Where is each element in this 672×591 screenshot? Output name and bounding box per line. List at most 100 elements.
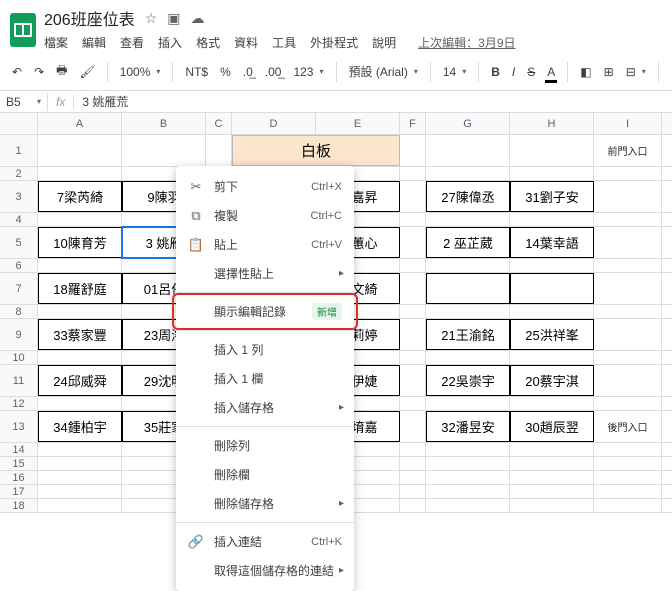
ctx-insert-row[interactable]: 插入 1 列 [176, 335, 354, 364]
row-header-11[interactable]: 11 [0, 365, 38, 396]
cell[interactable] [594, 457, 662, 470]
cell[interactable] [510, 397, 594, 410]
seat-cell[interactable]: 24邱威舜 [38, 365, 122, 396]
cell[interactable] [38, 485, 122, 498]
cell[interactable] [426, 351, 510, 364]
col-header-I[interactable]: I [594, 113, 662, 134]
cell[interactable] [122, 135, 206, 166]
cell[interactable] [426, 397, 510, 410]
cell[interactable] [426, 167, 510, 180]
ctx-insert-col[interactable]: 插入 1 欄 [176, 364, 354, 393]
strike-button[interactable]: S [523, 61, 539, 83]
inc-decimal-button[interactable]: .00̲ [261, 61, 286, 83]
row-header-14[interactable]: 14 [0, 443, 38, 456]
star-icon[interactable]: ☆ [145, 10, 158, 27]
row-header-8[interactable]: 8 [0, 305, 38, 318]
cell[interactable] [426, 259, 510, 272]
ctx-delete-col[interactable]: 刪除欄 [176, 460, 354, 489]
cell[interactable] [38, 397, 122, 410]
col-header-D[interactable]: D [232, 113, 316, 134]
cell[interactable] [426, 457, 510, 470]
cell[interactable] [400, 305, 426, 318]
ctx-delete-row[interactable]: 刪除列 [176, 431, 354, 460]
menu-view[interactable]: 查看 [120, 34, 144, 51]
col-header-C[interactable]: C [206, 113, 232, 134]
cell[interactable] [510, 259, 594, 272]
cell[interactable] [206, 135, 232, 166]
text-color-button[interactable]: A [543, 61, 559, 83]
cell[interactable] [426, 471, 510, 484]
seat-cell[interactable]: 25洪祥峯 [510, 319, 594, 350]
ctx-cut[interactable]: ✂ 剪下 Ctrl+X [176, 172, 354, 201]
doc-title[interactable]: 206班座位表 [44, 6, 135, 30]
cell[interactable] [400, 365, 426, 396]
paint-format-button[interactable]: 🖌 [75, 61, 98, 83]
cell[interactable] [426, 443, 510, 456]
row-header-15[interactable]: 15 [0, 457, 38, 470]
ctx-insert-cells[interactable]: 插入儲存格 [176, 393, 354, 422]
menu-help[interactable]: 說明 [372, 34, 396, 51]
row-header-3[interactable]: 3 [0, 181, 38, 212]
menu-data[interactable]: 資料 [234, 34, 258, 51]
cell[interactable] [510, 471, 594, 484]
row-header-18[interactable]: 18 [0, 499, 38, 512]
menu-edit[interactable]: 編輯 [82, 34, 106, 51]
cell[interactable] [400, 181, 426, 212]
cell[interactable] [400, 411, 426, 442]
row-header-4[interactable]: 4 [0, 213, 38, 226]
cell[interactable] [510, 499, 594, 512]
number-format-dropdown[interactable]: 123 [289, 61, 327, 83]
cell[interactable] [426, 499, 510, 512]
row-header-1[interactable]: 1 [0, 135, 38, 166]
seat-cell[interactable]: 21王渝銘 [426, 319, 510, 350]
cell[interactable] [594, 485, 662, 498]
cell[interactable] [594, 213, 662, 226]
row-header-5[interactable]: 5 [0, 227, 38, 258]
cell[interactable] [594, 319, 662, 350]
cell[interactable] [594, 351, 662, 364]
last-edit-link[interactable]: 上次編輯：3月9日 [418, 34, 515, 51]
seat-cell[interactable]: 2 巫芷葳 [426, 227, 510, 258]
cell[interactable] [510, 457, 594, 470]
row-header-2[interactable]: 2 [0, 167, 38, 180]
cell[interactable] [510, 443, 594, 456]
cell[interactable] [594, 181, 662, 212]
cell[interactable] [38, 259, 122, 272]
cell[interactable] [38, 471, 122, 484]
seat-cell[interactable]: 7梁芮綺 [38, 181, 122, 212]
seat-cell[interactable]: 14葉幸語 [510, 227, 594, 258]
seat-cell[interactable]: 10陳育芳 [38, 227, 122, 258]
move-icon[interactable]: ▣ [167, 10, 180, 27]
cell[interactable] [510, 485, 594, 498]
cell[interactable] [400, 213, 426, 226]
seat-cell[interactable]: 32潘昱安 [426, 411, 510, 442]
name-box[interactable]: B5 [0, 93, 48, 111]
bold-button[interactable]: B [487, 61, 504, 83]
back-door-label[interactable]: 後門入口 [594, 411, 662, 442]
seat-cell[interactable]: 22吳崇宇 [426, 365, 510, 396]
row-header-7[interactable]: 7 [0, 273, 38, 304]
formula-input[interactable]: 3 姚雁荒 [74, 91, 672, 112]
cell[interactable] [510, 273, 594, 304]
cell[interactable] [400, 351, 426, 364]
cell[interactable] [426, 213, 510, 226]
borders-button[interactable]: ⊞ [600, 61, 618, 83]
cell[interactable] [510, 213, 594, 226]
col-header-F[interactable]: F [400, 113, 426, 134]
currency-button[interactable]: NT$ [181, 61, 212, 83]
ctx-show-edit-history[interactable]: 顯示編輯記錄 新增 [176, 297, 354, 326]
select-all-corner[interactable] [0, 113, 38, 134]
cell[interactable] [594, 499, 662, 512]
cell[interactable] [38, 499, 122, 512]
row-header-12[interactable]: 12 [0, 397, 38, 410]
redo-button[interactable]: ↷ [30, 61, 48, 83]
whiteboard-cell[interactable]: 白板 [232, 135, 400, 166]
font-dropdown[interactable]: 預設 (Arial) [345, 59, 422, 84]
cell[interactable] [400, 135, 426, 166]
ctx-delete-cells[interactable]: 刪除儲存格 [176, 489, 354, 518]
front-door-label[interactable]: 前門入口 [594, 135, 662, 166]
menu-format[interactable]: 格式 [196, 34, 220, 51]
percent-button[interactable]: % [216, 61, 235, 83]
ctx-paste-special[interactable]: 選擇性貼上 [176, 259, 354, 288]
cell[interactable] [38, 457, 122, 470]
